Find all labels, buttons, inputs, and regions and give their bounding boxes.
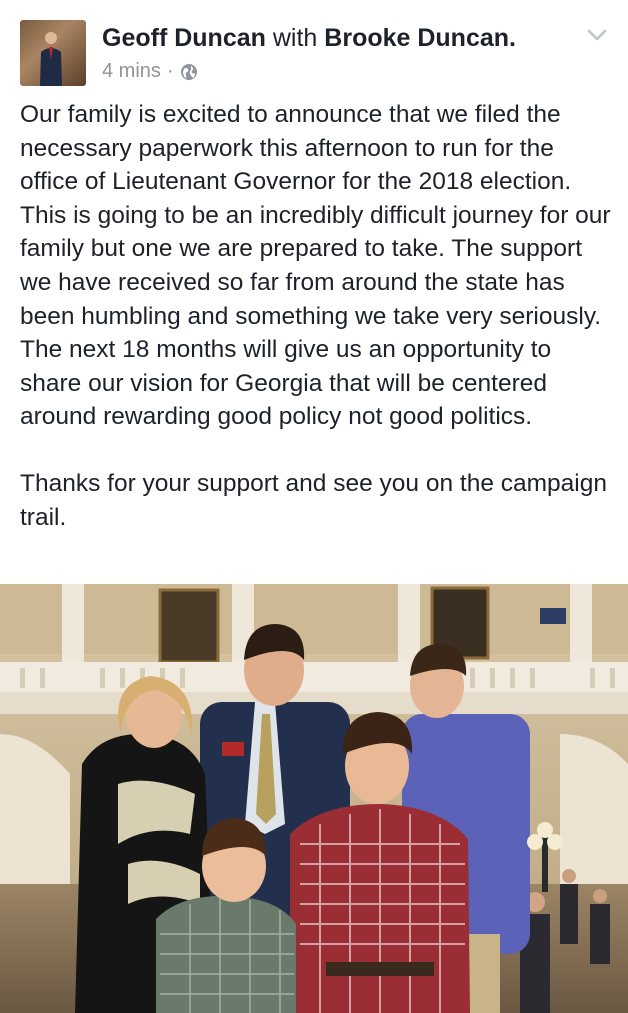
timestamp[interactable]: 4 mins [102,60,161,83]
with-word: with [272,24,318,52]
post-photo[interactable] [0,584,628,1013]
chevron-down-icon[interactable] [586,26,608,44]
avatar-person-figure [40,32,62,86]
post-header: Geoff Duncan with Brooke Duncan. 4 mins … [0,0,628,96]
globe-icon[interactable] [180,63,198,81]
family-photo-illustration [0,584,628,1013]
post-paragraph: Thanks for your support and see you on t… [20,469,607,531]
post-author-line: Geoff Duncan with Brooke Duncan. [102,22,516,54]
author-name[interactable]: Geoff Duncan [102,24,266,52]
post-body: Our family is excited to announce that w… [20,98,612,534]
meta-separator: · [166,60,174,82]
avatar[interactable] [20,20,86,86]
tagged-name[interactable]: Brooke Duncan. [324,24,516,52]
post-meta: 4 mins · [102,60,198,83]
post-paragraph: Our family is excited to announce that w… [20,101,611,431]
